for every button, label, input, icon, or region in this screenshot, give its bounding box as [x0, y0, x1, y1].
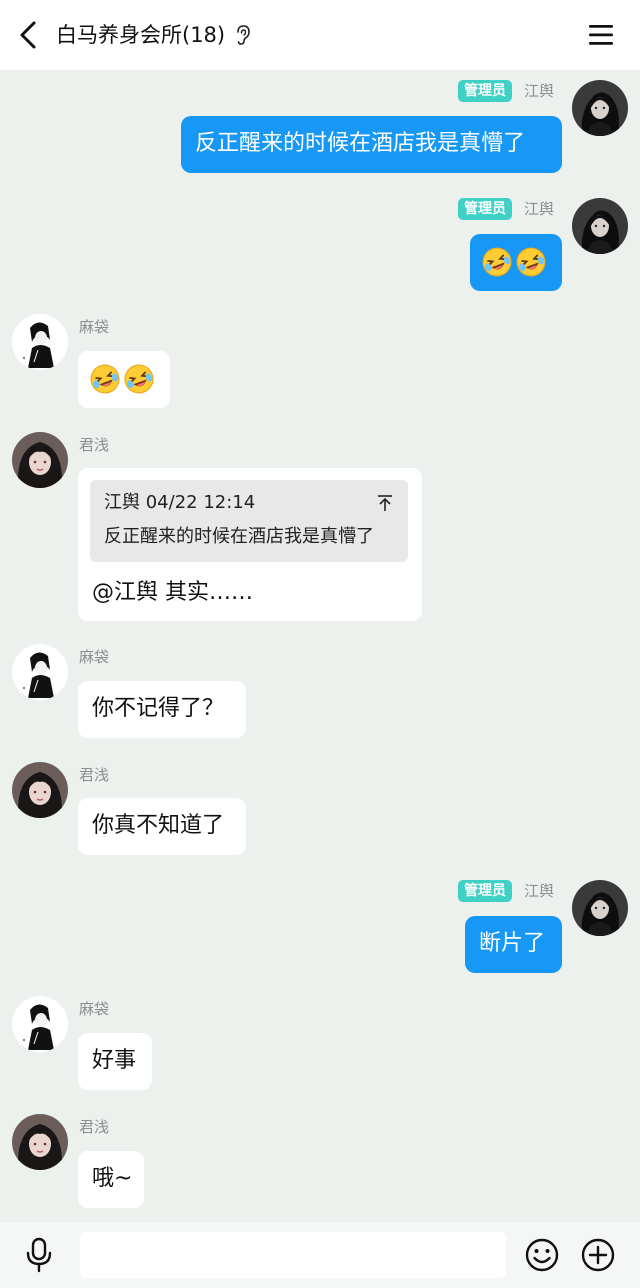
admin-badge: 管理员 — [458, 880, 512, 902]
avatar[interactable] — [12, 1114, 68, 1170]
sender-name: 麻袋 — [79, 318, 110, 336]
message-bubble[interactable]: 哦~ — [78, 1151, 144, 1208]
laughing-crying-face-icon — [123, 363, 155, 395]
sender-name: 江舆 — [524, 882, 555, 900]
reply-message-bubble[interactable]: 江舆 04/22 12:14 反正醒来的时候在酒店我是真懵了 @江舆 其实…… — [78, 468, 422, 621]
sender-name: 君浅 — [79, 436, 110, 454]
avatar[interactable] — [12, 762, 68, 818]
smiley-icon[interactable] — [524, 1237, 560, 1273]
plus-circle-icon[interactable] — [580, 1237, 616, 1273]
message-row: 麻袋 好事 — [0, 996, 640, 1096]
message-bubble[interactable]: 你真不知道了 — [78, 798, 246, 855]
message-row: 管理员 江舆 反正醒来的时候在酒店我是真懵了 — [0, 80, 640, 180]
chat-title: 白马养身会所(18) — [56, 23, 226, 47]
reply-text: @江舆 其实…… — [92, 580, 253, 605]
jump-to-original-icon[interactable] — [376, 494, 394, 512]
quote-text: 反正醒来的时候在酒店我是真懵了 — [104, 526, 374, 547]
admin-badge: 管理员 — [458, 80, 512, 102]
quoted-message[interactable]: 江舆 04/22 12:14 反正醒来的时候在酒店我是真懵了 — [90, 480, 408, 562]
message-row: 管理员 江舆 — [0, 198, 640, 298]
microphone-icon[interactable] — [22, 1236, 56, 1274]
message-row: 君浅 哦~ — [0, 1114, 640, 1214]
sender-name: 麻袋 — [79, 1000, 110, 1018]
avatar[interactable] — [12, 996, 68, 1052]
message-row: 君浅 你真不知道了 — [0, 762, 640, 862]
back-arrow-icon[interactable] — [14, 18, 44, 52]
message-row: 麻袋 — [0, 314, 640, 414]
avatar[interactable] — [12, 432, 68, 488]
message-row: 麻袋 你不记得了？ — [0, 644, 640, 744]
laughing-crying-face-icon — [481, 246, 513, 278]
laughing-crying-face-icon — [89, 363, 121, 395]
sender-name: 麻袋 — [79, 648, 110, 666]
message-row: 君浅 江舆 04/22 12:14 反正醒来的时候在酒店我是真懵了 @江舆 其实… — [0, 432, 640, 632]
avatar[interactable] — [12, 644, 68, 700]
message-bubble[interactable]: 好事 — [78, 1033, 152, 1090]
sender-name: 江舆 — [524, 200, 555, 218]
hamburger-menu-icon[interactable] — [586, 20, 616, 50]
avatar[interactable] — [12, 314, 68, 370]
avatar[interactable] — [572, 198, 628, 254]
avatar[interactable] — [572, 80, 628, 136]
message-bubble[interactable] — [470, 234, 562, 291]
quote-author: 江舆 — [104, 492, 140, 513]
quote-meta: 江舆 04/22 12:14 — [104, 490, 255, 516]
sender-name: 江舆 — [524, 82, 555, 100]
admin-badge: 管理员 — [458, 198, 512, 220]
input-bar — [0, 1222, 640, 1288]
sender-name: 君浅 — [79, 1118, 110, 1136]
message-row: 管理员 江舆 断片了 — [0, 880, 640, 980]
chat-header: 白马养身会所(18) — [0, 0, 640, 70]
avatar[interactable] — [572, 880, 628, 936]
message-bubble[interactable]: 你不记得了？ — [78, 681, 246, 738]
quote-time: 04/22 12:14 — [145, 492, 256, 513]
message-bubble[interactable]: 反正醒来的时候在酒店我是真懵了 — [181, 116, 562, 173]
message-input[interactable] — [80, 1232, 506, 1278]
ear-icon[interactable] — [234, 24, 252, 46]
message-bubble[interactable]: 断片了 — [465, 916, 562, 973]
sender-name: 君浅 — [79, 766, 110, 784]
message-bubble[interactable] — [78, 351, 170, 408]
laughing-crying-face-icon — [515, 246, 547, 278]
